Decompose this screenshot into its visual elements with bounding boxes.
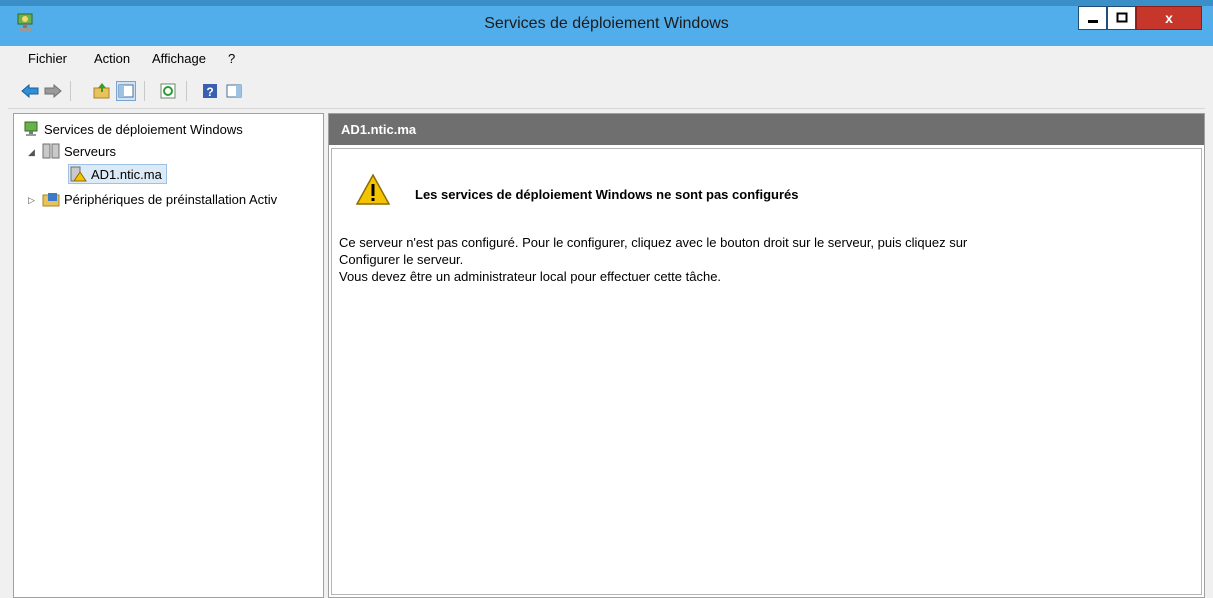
warning-icon xyxy=(355,173,391,205)
tree-item-root[interactable]: Services de déploiement Windows xyxy=(22,119,243,139)
menu-action[interactable]: Action xyxy=(94,51,130,66)
details-header: AD1.ntic.ma xyxy=(329,114,1204,145)
show-hide-tree-button[interactable] xyxy=(116,81,136,101)
tree-item-label: AD1.ntic.ma xyxy=(91,166,162,182)
details-pane: AD1.ntic.ma Les services de déploiement … xyxy=(328,113,1205,598)
minimize-icon xyxy=(1087,20,1098,23)
svg-text:?: ? xyxy=(206,85,213,99)
tree-item-label: Services de déploiement Windows xyxy=(44,121,243,137)
maximize-icon xyxy=(1116,12,1127,23)
message-line: Ce serveur n'est pas configuré. Pour le … xyxy=(339,235,968,250)
show-hide-tree-icon xyxy=(118,84,134,98)
message-line: Configurer le serveur. xyxy=(339,252,464,267)
close-button[interactable]: x xyxy=(1136,6,1202,30)
refresh-icon xyxy=(160,83,176,99)
close-icon: x xyxy=(1165,10,1173,26)
show-hide-action-pane-icon xyxy=(226,84,242,98)
details-header-title: AD1.ntic.ma xyxy=(341,122,417,137)
app-window: Services de déploiement Windows x Fichie… xyxy=(0,0,1213,598)
toolbar: ? xyxy=(8,72,1205,109)
servers-icon xyxy=(42,143,60,159)
collapse-arrow-icon[interactable]: ◢ xyxy=(28,147,35,158)
tree-item-devices[interactable]: Périphériques de préinstallation Activ xyxy=(42,189,277,209)
menu-affichage[interactable]: Affichage xyxy=(152,51,206,66)
tree-item-label: Serveurs xyxy=(64,143,117,159)
toolbar-separator xyxy=(144,81,145,101)
menu-help[interactable]: ? xyxy=(228,51,235,66)
help-button[interactable]: ? xyxy=(200,81,220,101)
info-message: Ce serveur n'est pas configuré. Pour le … xyxy=(339,234,1189,285)
menu-bar: Fichier Action Affichage ? xyxy=(8,46,1205,70)
title-bar[interactable]: Services de déploiement Windows x xyxy=(0,0,1213,46)
minimize-button[interactable] xyxy=(1078,6,1107,30)
forward-button[interactable] xyxy=(43,81,63,101)
wds-icon xyxy=(24,121,38,136)
title-bar-top-strip xyxy=(0,0,1213,6)
window-title: Services de déploiement Windows xyxy=(484,15,729,32)
tree-item-label: Périphériques de préinstallation Activ xyxy=(64,191,278,207)
refresh-button[interactable] xyxy=(158,81,178,101)
up-folder-icon xyxy=(93,83,110,99)
message-line: Vous devez être un administrateur local … xyxy=(339,269,722,284)
devices-folder-icon xyxy=(42,193,60,207)
back-button[interactable] xyxy=(20,81,40,101)
server-warning-icon xyxy=(70,166,87,182)
toolbar-separator xyxy=(186,81,187,101)
show-hide-action-pane-button[interactable] xyxy=(224,81,244,101)
warning-title: Les services de déploiement Windows ne s… xyxy=(415,187,799,202)
tree-item-server-ad1[interactable]: AD1.ntic.ma xyxy=(68,164,167,184)
expand-arrow-icon[interactable]: ▷ xyxy=(28,195,35,206)
tree-item-servers[interactable]: Serveurs xyxy=(42,141,116,161)
back-arrow-icon xyxy=(21,84,39,98)
help-icon: ? xyxy=(203,84,217,99)
menu-fichier[interactable]: Fichier xyxy=(28,51,67,66)
details-body: Les services de déploiement Windows ne s… xyxy=(331,148,1202,595)
toolbar-separator xyxy=(70,81,71,101)
up-level-button[interactable] xyxy=(92,81,112,101)
forward-arrow-icon xyxy=(44,84,62,98)
console-tree[interactable]: Services de déploiement Windows ◢ Serveu… xyxy=(13,113,324,598)
maximize-button[interactable] xyxy=(1107,6,1136,30)
